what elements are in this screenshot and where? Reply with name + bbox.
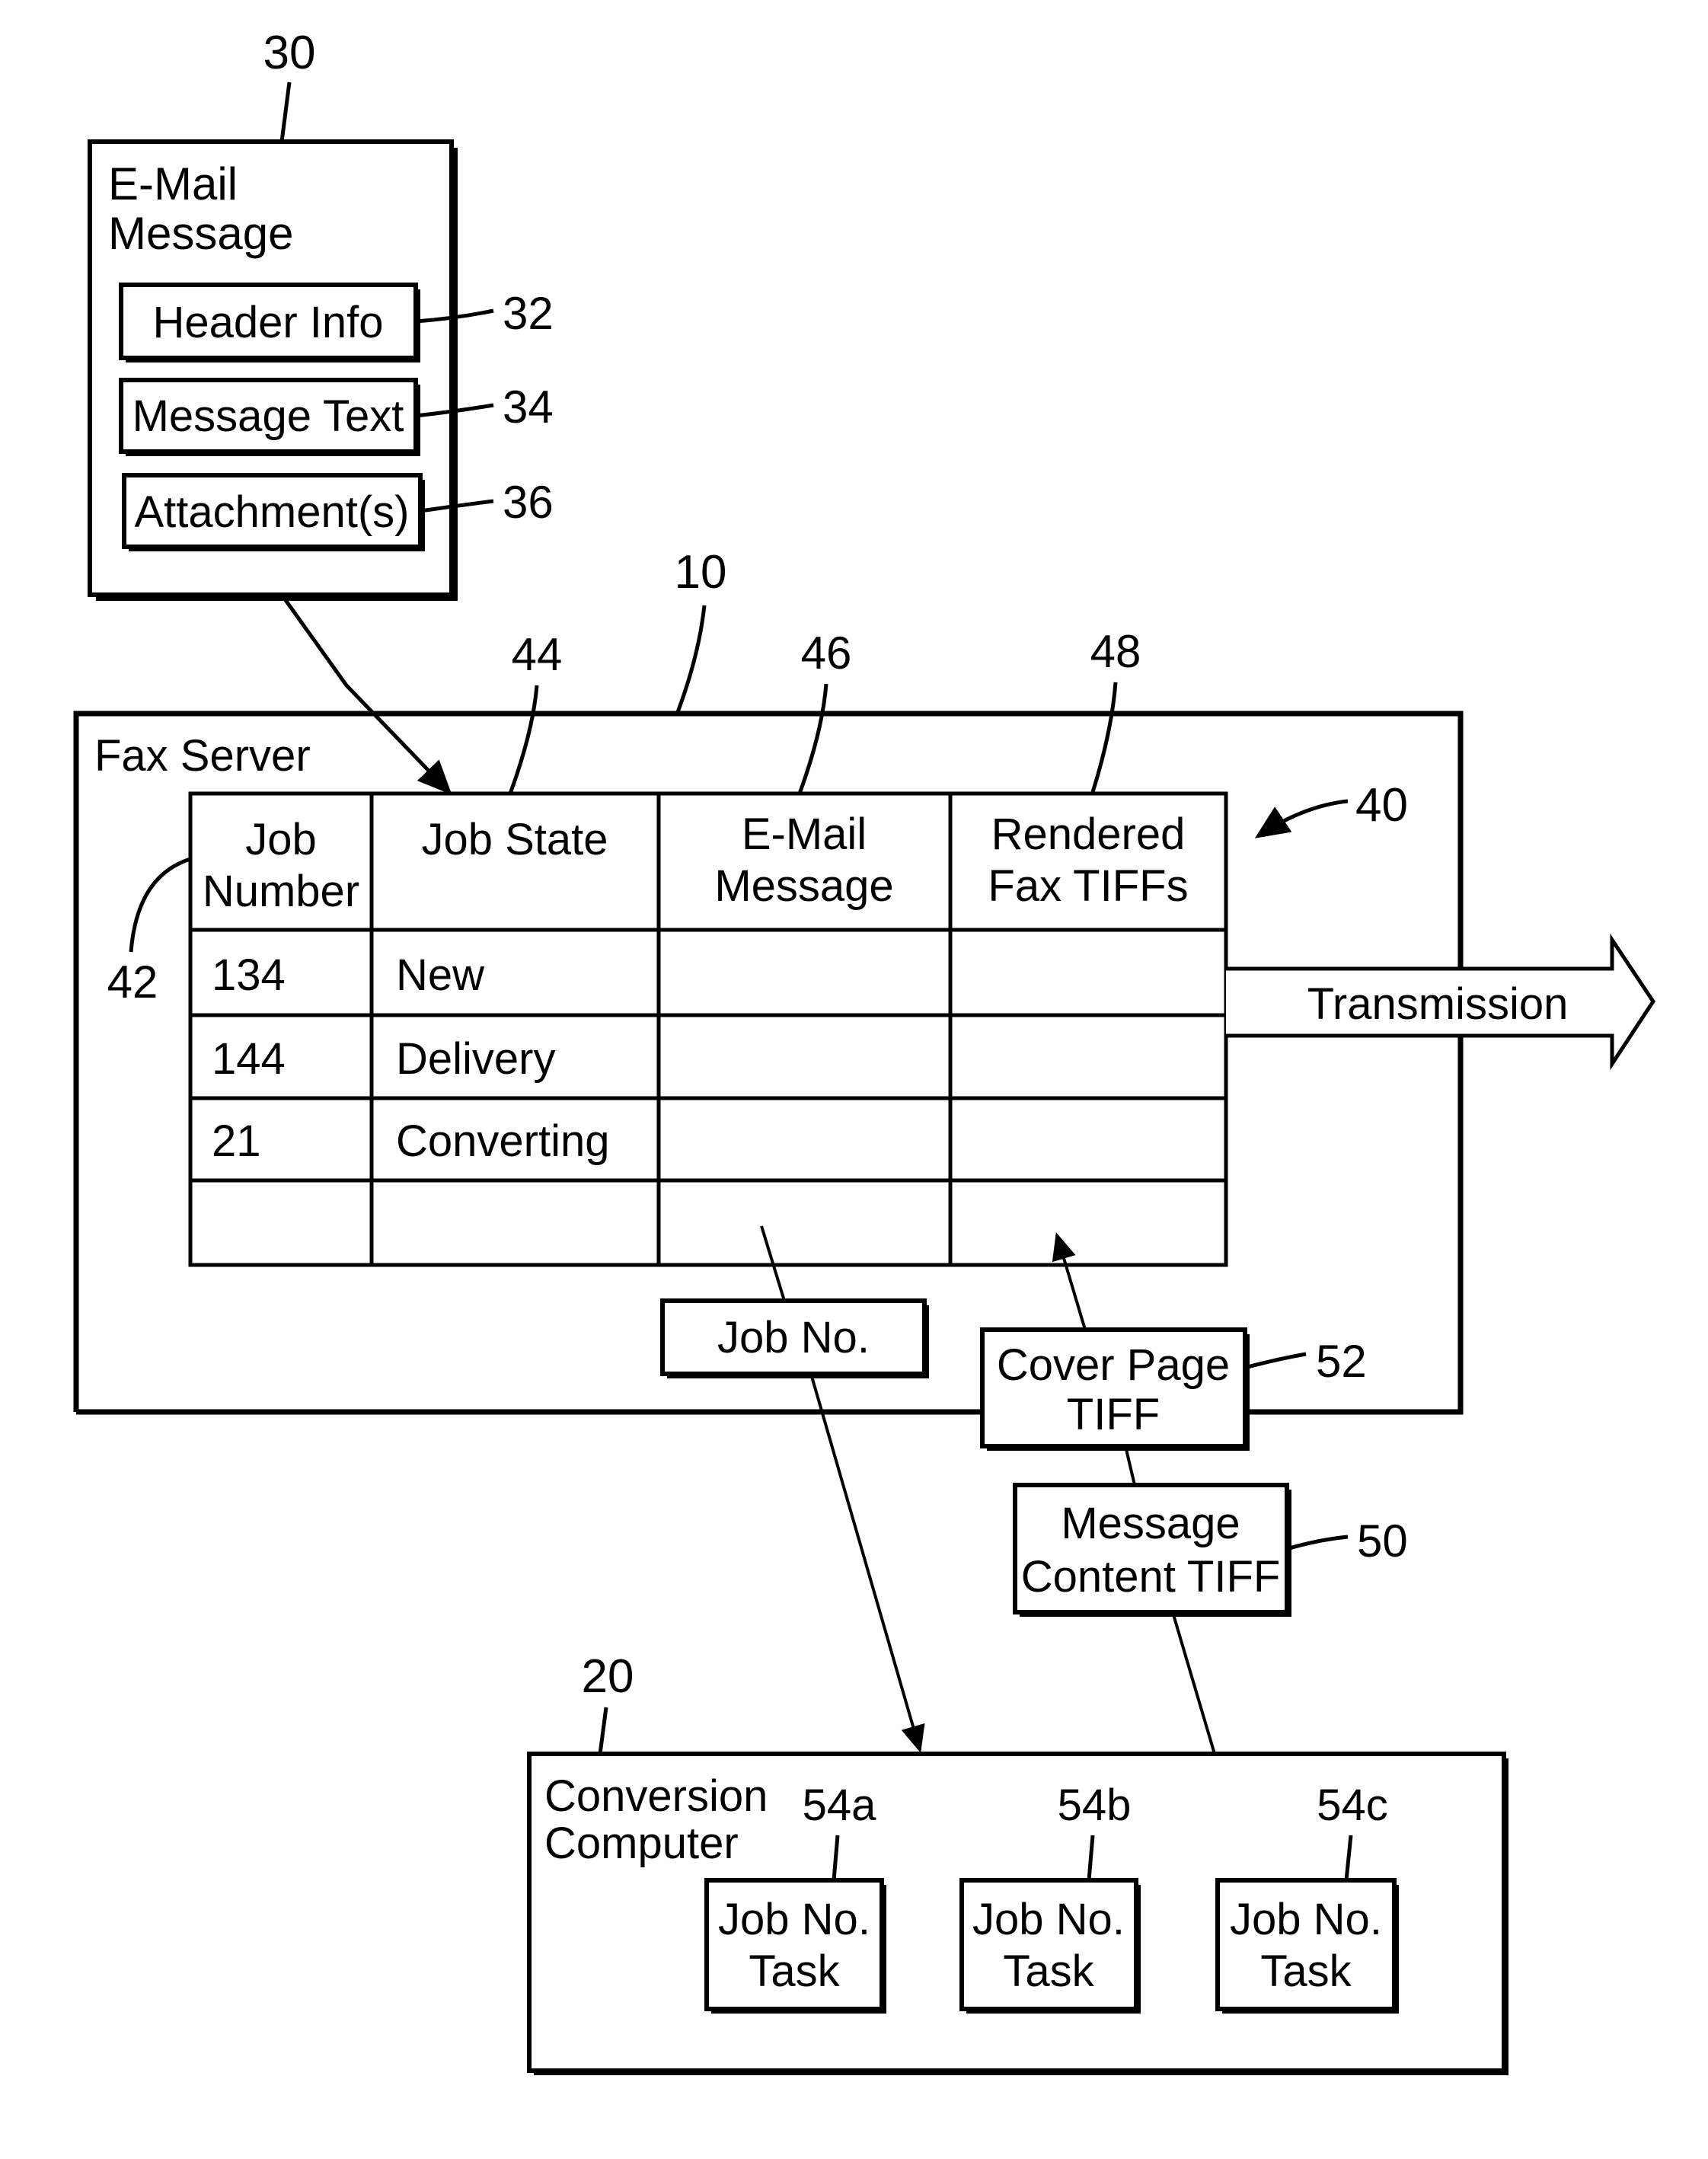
task-54a-line2: Task bbox=[749, 1947, 840, 1996]
ref-label-44: 44 bbox=[512, 629, 563, 680]
ref-label-36: 36 bbox=[503, 477, 554, 528]
cell-job-state: Delivery bbox=[396, 1034, 556, 1084]
task-54c-line1: Job No. bbox=[1230, 1895, 1382, 1944]
content-to-conversion-line bbox=[1171, 1611, 1216, 1755]
jobno-to-conversion-arrow bbox=[809, 1373, 925, 1753]
ref-label-48: 48 bbox=[1090, 626, 1141, 677]
col-header-rendered-line2: Fax TIFFs bbox=[988, 861, 1188, 911]
ref-label-10: 10 bbox=[675, 546, 727, 599]
message-content-line2: Content TIFF bbox=[1021, 1552, 1281, 1602]
transmission-label: Transmission bbox=[1307, 979, 1569, 1029]
ref-label-32: 32 bbox=[503, 288, 554, 339]
cell-job-number: 144 bbox=[212, 1034, 286, 1084]
ref-label-52: 52 bbox=[1316, 1336, 1367, 1387]
cover-page-line2: TIFF bbox=[1067, 1390, 1160, 1439]
cover-to-content-line bbox=[1124, 1445, 1136, 1486]
ref-label-46: 46 bbox=[801, 628, 852, 679]
job-table: Job Number Job State E-Mail Message Rend… bbox=[188, 791, 1228, 1267]
leader-line-46 bbox=[797, 683, 828, 794]
cell-job-number: 21 bbox=[212, 1116, 261, 1166]
ref-label-40: 40 bbox=[1355, 779, 1408, 832]
ref-label-50: 50 bbox=[1357, 1515, 1408, 1567]
col-header-job-state: Job State bbox=[421, 815, 608, 864]
conversion-title-line1: Conversion bbox=[544, 1771, 768, 1821]
task-54b-line2: Task bbox=[1003, 1947, 1094, 1996]
conversion-title-line2: Computer bbox=[544, 1819, 739, 1868]
task-54c-line2: Task bbox=[1260, 1947, 1352, 1996]
leader-line-30 bbox=[279, 81, 292, 142]
conversion-computer-block: 20 Conversion Computer 54a Job No. Task … bbox=[527, 1650, 1508, 2075]
fax-server-title: Fax Server bbox=[94, 731, 311, 781]
ref-label-54c: 54c bbox=[1317, 1781, 1388, 1830]
email-message-block: 30 E-Mail Message Header Info 32 Message… bbox=[88, 27, 554, 601]
ref-label-54b: 54b bbox=[1058, 1781, 1132, 1830]
job-no-label: Job No. bbox=[717, 1313, 870, 1362]
transmission-arrow: Transmission bbox=[1226, 933, 1655, 1071]
ref-label-42: 42 bbox=[107, 957, 158, 1008]
attachments-label: Attachment(s) bbox=[135, 487, 410, 537]
email-title-line2: Message bbox=[108, 208, 293, 259]
fax-system-diagram: 30 E-Mail Message Header Info 32 Message… bbox=[73, 27, 1655, 2075]
header-info-label: Header Info bbox=[152, 298, 383, 347]
col-header-email-line1: E-Mail bbox=[742, 810, 867, 859]
ref-label-30: 30 bbox=[263, 27, 316, 79]
message-text-label: Message Text bbox=[132, 391, 404, 441]
message-content-tiff-block: Message Content TIFF 50 bbox=[1013, 1483, 1408, 1617]
col-header-email-line2: Message bbox=[714, 861, 893, 911]
cell-job-state: Converting bbox=[396, 1116, 609, 1166]
col-header-rendered-line1: Rendered bbox=[991, 810, 1186, 859]
leader-line-52 bbox=[1244, 1352, 1307, 1370]
col-header-job-number-line1: Job bbox=[245, 815, 317, 864]
cell-job-state: New bbox=[396, 950, 485, 1000]
ref-label-54a: 54a bbox=[803, 1781, 877, 1830]
email-title-line1: E-Mail bbox=[108, 158, 238, 209]
leader-line-48 bbox=[1090, 682, 1118, 793]
task-54b-line1: Job No. bbox=[972, 1895, 1125, 1944]
leader-line-44 bbox=[508, 685, 539, 794]
leader-line-50 bbox=[1286, 1535, 1349, 1551]
leader-line-20 bbox=[598, 1707, 608, 1755]
message-content-line1: Message bbox=[1061, 1499, 1240, 1548]
task-54a-line1: Job No. bbox=[718, 1895, 870, 1944]
leader-arrow-40 bbox=[1254, 799, 1349, 838]
cover-page-line1: Cover Page bbox=[997, 1340, 1230, 1390]
col-header-job-number-line2: Number bbox=[203, 867, 359, 916]
ref-label-20: 20 bbox=[582, 1650, 634, 1703]
cover-page-tiff-block: Cover Page TIFF 52 bbox=[980, 1327, 1367, 1451]
leader-line-42 bbox=[129, 857, 191, 953]
leader-line-10 bbox=[675, 605, 707, 713]
ref-label-34: 34 bbox=[503, 382, 554, 433]
cell-job-number: 134 bbox=[212, 950, 286, 1000]
